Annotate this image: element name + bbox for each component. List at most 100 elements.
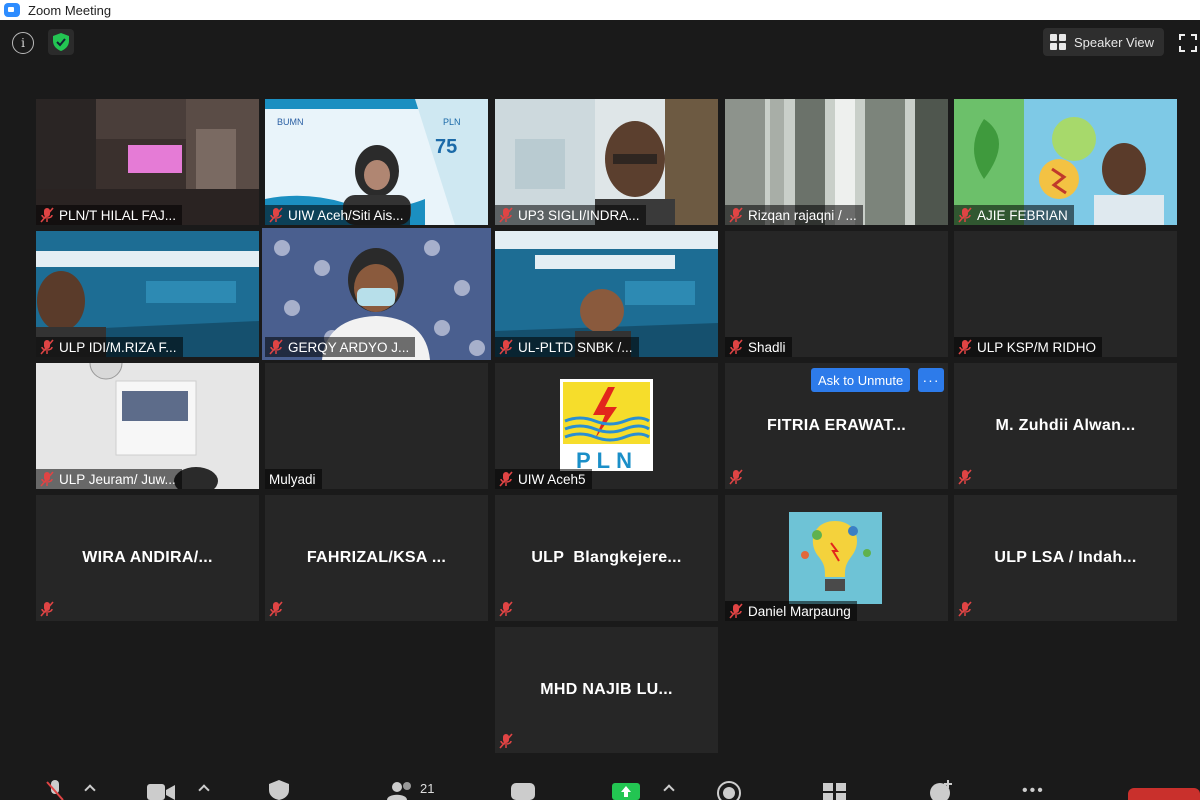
video-options-caret[interactable] xyxy=(198,784,210,796)
participant-display-name: FITRIA ERAWAT... xyxy=(766,417,907,434)
video-tile[interactable]: UL-PLTD SNBK /... xyxy=(495,231,718,357)
video-tile[interactable]: PLN UIW Aceh5 xyxy=(495,363,718,489)
participant-name: GERQY ARDYO J... xyxy=(288,339,410,355)
svg-text:75: 75 xyxy=(435,136,457,158)
participant-name-tag: UP3 SIGLI/INDRA... xyxy=(495,205,646,225)
mic-muted-icon xyxy=(729,603,743,619)
mic-muted-icon xyxy=(40,471,54,487)
mic-muted-icon xyxy=(958,469,972,485)
participant-name: Shadli xyxy=(748,339,786,355)
mic-muted-icon xyxy=(269,601,283,617)
mic-muted-icon xyxy=(958,207,972,223)
participant-display-name: FAHRIZAL/KSA ... xyxy=(306,549,447,566)
security-shield-icon[interactable] xyxy=(268,780,290,800)
participant-display-name: ULP Blangkejere... xyxy=(531,549,682,566)
window-titlebar: Zoom Meeting xyxy=(0,0,1200,20)
participant-name-tag: ULP IDI/M.RIZA F... xyxy=(36,337,183,357)
participant-display-name: MHD NAJIB LU... xyxy=(540,681,673,698)
mic-muted-icon xyxy=(499,471,513,487)
audio-options-caret[interactable] xyxy=(84,784,96,796)
participant-name: AJIE FEBRIAN xyxy=(977,207,1068,223)
mic-muted-icon xyxy=(40,207,54,223)
fullscreen-icon[interactable] xyxy=(1179,34,1197,52)
more-options-button[interactable]: ··· xyxy=(918,368,944,392)
participant-name: UIW Aceh5 xyxy=(518,471,586,487)
share-screen-icon[interactable] xyxy=(611,780,641,800)
participant-name-tag: AJIE FEBRIAN xyxy=(954,205,1074,225)
participant-name: ULP Jeuram/ Juw... xyxy=(59,471,176,487)
view-grid-icon xyxy=(1050,34,1066,50)
mute-mic-icon[interactable] xyxy=(44,780,66,800)
participant-name: Mulyadi xyxy=(269,471,316,487)
mic-muted-icon xyxy=(958,339,972,355)
participant-name: ULP IDI/M.RIZA F... xyxy=(59,339,177,355)
participant-name: UP3 SIGLI/INDRA... xyxy=(518,207,640,223)
participant-name: UL-PLTD SNBK /... xyxy=(518,339,633,355)
video-tile[interactable]: WIRA ANDIRA/... xyxy=(36,495,259,621)
participant-name: Rizqan rajaqni / ... xyxy=(748,207,857,223)
video-tile[interactable]: BUMN PLN 75 UIW Aceh/Siti Ais... xyxy=(265,99,488,225)
mic-muted-icon xyxy=(958,601,972,617)
participant-name-tag: ULP KSP/M RIDHO xyxy=(954,337,1103,357)
video-tile[interactable]: ULP Blangkejere... xyxy=(495,495,718,621)
participant-name: ULP KSP/M RIDHO xyxy=(977,339,1097,355)
participant-display-name: ULP LSA / Indah... xyxy=(994,549,1137,566)
mic-muted-icon xyxy=(40,601,54,617)
video-tile[interactable]: M. Zuhdii Alwan... xyxy=(954,363,1177,489)
zoom-app-icon xyxy=(4,3,20,17)
participant-name-tag: Rizqan rajaqni / ... xyxy=(725,205,863,225)
participant-name-tag: UIW Aceh/Siti Ais... xyxy=(265,205,410,225)
svg-text:PLN: PLN xyxy=(443,117,461,127)
participant-name-tag: UL-PLTD SNBK /... xyxy=(495,337,639,357)
mic-muted-icon xyxy=(269,207,283,223)
video-tile[interactable]: PLN/T HILAL FAJ... xyxy=(36,99,259,225)
participant-name-tag: Shadli xyxy=(725,337,792,357)
video-tile[interactable]: MHD NAJIB LU... xyxy=(495,627,718,753)
reactions-icon[interactable] xyxy=(928,780,954,800)
mic-muted-icon xyxy=(729,207,743,223)
video-tile[interactable]: Shadli xyxy=(725,231,948,357)
speaker-view-label: Speaker View xyxy=(1074,34,1154,50)
video-tile[interactable]: Daniel Marpaung xyxy=(725,495,948,621)
video-tile[interactable]: AJIE FEBRIAN xyxy=(954,99,1177,225)
mic-muted-icon xyxy=(499,339,513,355)
mic-muted-icon xyxy=(729,469,743,485)
video-tile[interactable]: ULP KSP/M RIDHO xyxy=(954,231,1177,357)
meeting-info-icon[interactable]: i xyxy=(12,32,34,54)
video-tile[interactable]: Rizqan rajaqni / ... xyxy=(725,99,948,225)
video-tile[interactable]: UP3 SIGLI/INDRA... xyxy=(495,99,718,225)
end-meeting-button[interactable] xyxy=(1128,788,1200,800)
mic-muted-icon xyxy=(499,207,513,223)
meeting-toolbar: 21 ••• xyxy=(0,776,1200,800)
active-speaker-tile[interactable]: GERQY ARDYO J... xyxy=(262,228,491,360)
video-tile[interactable]: ULP IDI/M.RIZA F... xyxy=(36,231,259,357)
participant-name-tag: UIW Aceh5 xyxy=(495,469,592,489)
more-menu-icon[interactable]: ••• xyxy=(1022,782,1045,800)
participant-name-tag: Mulyadi xyxy=(265,469,322,489)
mic-muted-icon xyxy=(499,733,513,749)
participant-name-tag: PLN/T HILAL FAJ... xyxy=(36,205,183,225)
video-tile[interactable]: Ask to Unmute ··· FITRIA ERAWAT... xyxy=(725,363,948,489)
share-options-caret[interactable] xyxy=(663,784,675,796)
participant-name-tag: GERQY ARDYO J... xyxy=(265,337,416,357)
meeting-topbar: i Speaker View xyxy=(0,20,1200,66)
ask-to-unmute-button[interactable]: Ask to Unmute xyxy=(811,368,911,392)
chat-icon[interactable] xyxy=(510,780,536,800)
mic-muted-icon xyxy=(269,339,283,355)
video-tile[interactable]: Mulyadi xyxy=(265,363,488,489)
video-camera-icon[interactable] xyxy=(146,780,176,800)
video-tile[interactable]: ULP Jeuram/ Juw... xyxy=(36,363,259,489)
video-tile[interactable]: FAHRIZAL/KSA ... xyxy=(265,495,488,621)
participants-icon[interactable] xyxy=(386,780,416,800)
participant-name: UIW Aceh/Siti Ais... xyxy=(288,207,404,223)
breakout-rooms-icon[interactable] xyxy=(822,780,848,800)
record-icon[interactable] xyxy=(716,780,742,800)
participant-name: Daniel Marpaung xyxy=(748,603,851,619)
speaker-view-button[interactable]: Speaker View xyxy=(1043,28,1164,56)
participant-name: PLN/T HILAL FAJ... xyxy=(59,207,177,223)
encryption-shield-button[interactable] xyxy=(48,29,74,55)
mic-muted-icon xyxy=(499,601,513,617)
video-tile[interactable]: ULP LSA / Indah... xyxy=(954,495,1177,621)
window-title: Zoom Meeting xyxy=(28,2,112,18)
participant-display-name: WIRA ANDIRA/... xyxy=(82,549,213,566)
